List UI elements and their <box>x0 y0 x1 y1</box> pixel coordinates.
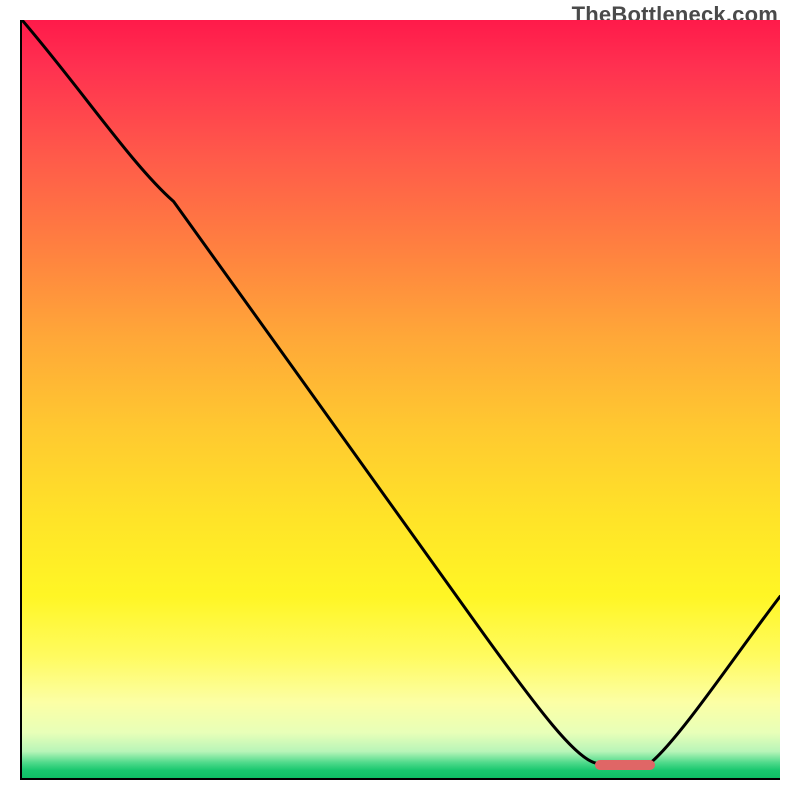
plot-area <box>20 20 780 780</box>
bottleneck-chart: TheBottleneck.com <box>0 0 800 800</box>
gradient-background <box>22 20 780 778</box>
optimal-range-marker <box>595 760 655 770</box>
